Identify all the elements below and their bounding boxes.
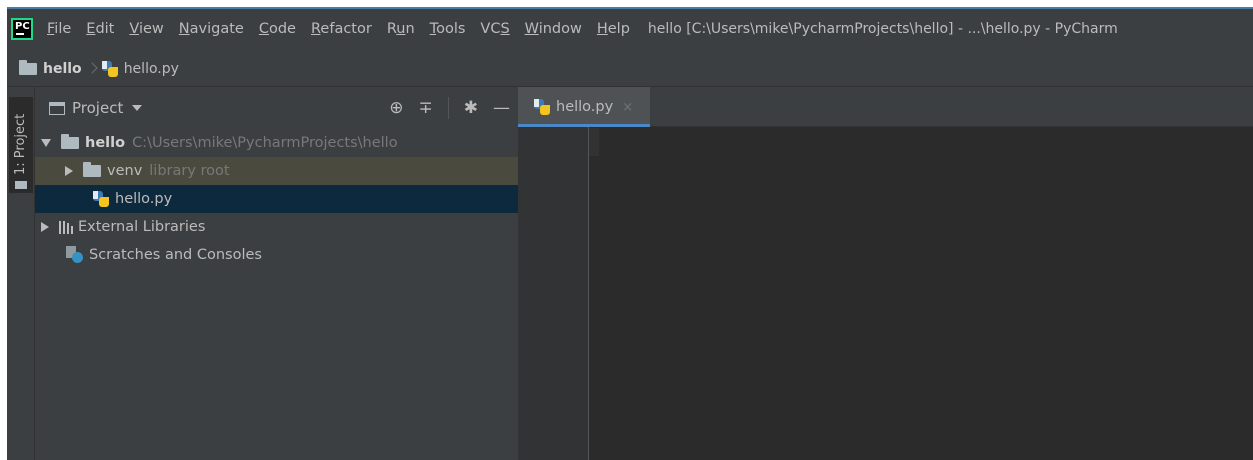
tree-item-venv-hint: library root [149, 163, 230, 179]
breadcrumb-project-label: hello [43, 60, 82, 77]
menu-edit[interactable]: Edit [86, 21, 114, 37]
menu-code[interactable]: Code [259, 21, 296, 37]
project-view-selector[interactable]: Project [72, 99, 123, 117]
menu-file[interactable]: File [47, 21, 71, 37]
toolbar-divider [447, 97, 449, 119]
project-view-icon [49, 101, 65, 115]
project-panel-header: Project ⊕ ∓ ✱ — [35, 87, 518, 129]
menu-vcs[interactable]: VCS [480, 21, 509, 37]
expand-arrow-icon[interactable] [41, 139, 51, 147]
python-file-icon [101, 60, 118, 77]
python-file-icon [534, 99, 550, 115]
gutter-divider [588, 127, 589, 460]
tree-root-name: hello [85, 135, 126, 151]
window-title: hello [C:\Users\mike\PycharmProjects\hel… [647, 21, 1118, 37]
breadcrumb-file-label: hello.py [123, 60, 179, 77]
menu-navigate[interactable]: Navigate [179, 21, 244, 37]
collapse-arrow-icon[interactable] [65, 166, 73, 176]
menu-view[interactable]: View [129, 21, 163, 37]
tree-root[interactable]: hello C:\Users\mike\PycharmProjects\hell… [35, 129, 518, 157]
folder-icon [19, 59, 37, 75]
tree-item-scratches-label: Scratches and Consoles [89, 247, 262, 263]
close-icon[interactable]: × [622, 100, 633, 115]
folder-icon [61, 134, 79, 149]
menu-tools[interactable]: Tools [430, 21, 466, 37]
editor-gutter [518, 127, 588, 460]
editor-area: hello.py × [518, 87, 1253, 460]
hide-panel-icon[interactable]: — [493, 98, 510, 118]
menu-run[interactable]: Run [387, 21, 415, 37]
pycharm-window: PC File Edit View Navigate Code Refactor… [7, 7, 1253, 460]
folder-icon [15, 181, 27, 189]
breadcrumb-separator-icon [88, 61, 96, 77]
panel-toolbar: ⊕ ∓ ✱ — [389, 87, 510, 129]
tree-item-external-libraries-label: External Libraries [78, 219, 206, 235]
gear-icon[interactable]: ✱ [464, 98, 478, 118]
breadcrumb-file[interactable]: hello.py [101, 60, 179, 77]
collapse-arrow-icon[interactable] [41, 222, 49, 232]
tree-item-external-libraries[interactable]: External Libraries [35, 213, 518, 241]
menu-refactor[interactable]: Refactor [311, 21, 372, 37]
menu-help[interactable]: Help [597, 21, 630, 37]
tab-hello-py[interactable]: hello.py × [518, 87, 650, 127]
left-tool-strip: 1: Project [7, 87, 35, 460]
tree-item-venv-label: venv [107, 163, 143, 179]
libraries-icon [59, 220, 73, 234]
pycharm-logo-icon: PC [11, 18, 33, 40]
menu-bar: PC File Edit View Navigate Code Refactor… [7, 9, 1253, 49]
tree-root-path: C:\Users\mike\PycharmProjects\hello [132, 135, 398, 151]
python-file-icon [93, 191, 109, 207]
breadcrumb-project[interactable]: hello [19, 59, 82, 77]
tree-item-scratches[interactable]: Scratches and Consoles [35, 241, 518, 269]
tree-item-hello-py-label: hello.py [115, 191, 173, 207]
editor-tab-bar: hello.py × [518, 87, 1253, 127]
menu-window[interactable]: Window [525, 21, 582, 37]
project-tool-button[interactable]: 1: Project [9, 97, 33, 193]
breadcrumb: hello hello.py [7, 51, 1253, 87]
scratches-icon [66, 246, 84, 264]
tab-label: hello.py [556, 99, 614, 115]
logo-text: PC [15, 21, 30, 32]
project-panel: Project ⊕ ∓ ✱ — hello C:\Users\mike\Pych… [35, 87, 518, 460]
chevron-down-icon[interactable] [132, 105, 143, 111]
project-tool-label: 1: Project [13, 113, 28, 175]
editor-text-area[interactable] [589, 128, 599, 156]
tree-item-venv[interactable]: venv library root [35, 157, 518, 185]
locate-icon[interactable]: ⊕ [389, 98, 403, 118]
folder-icon [83, 162, 101, 177]
collapse-all-icon[interactable]: ∓ [419, 98, 433, 118]
tree-item-hello-py[interactable]: hello.py [35, 185, 518, 213]
